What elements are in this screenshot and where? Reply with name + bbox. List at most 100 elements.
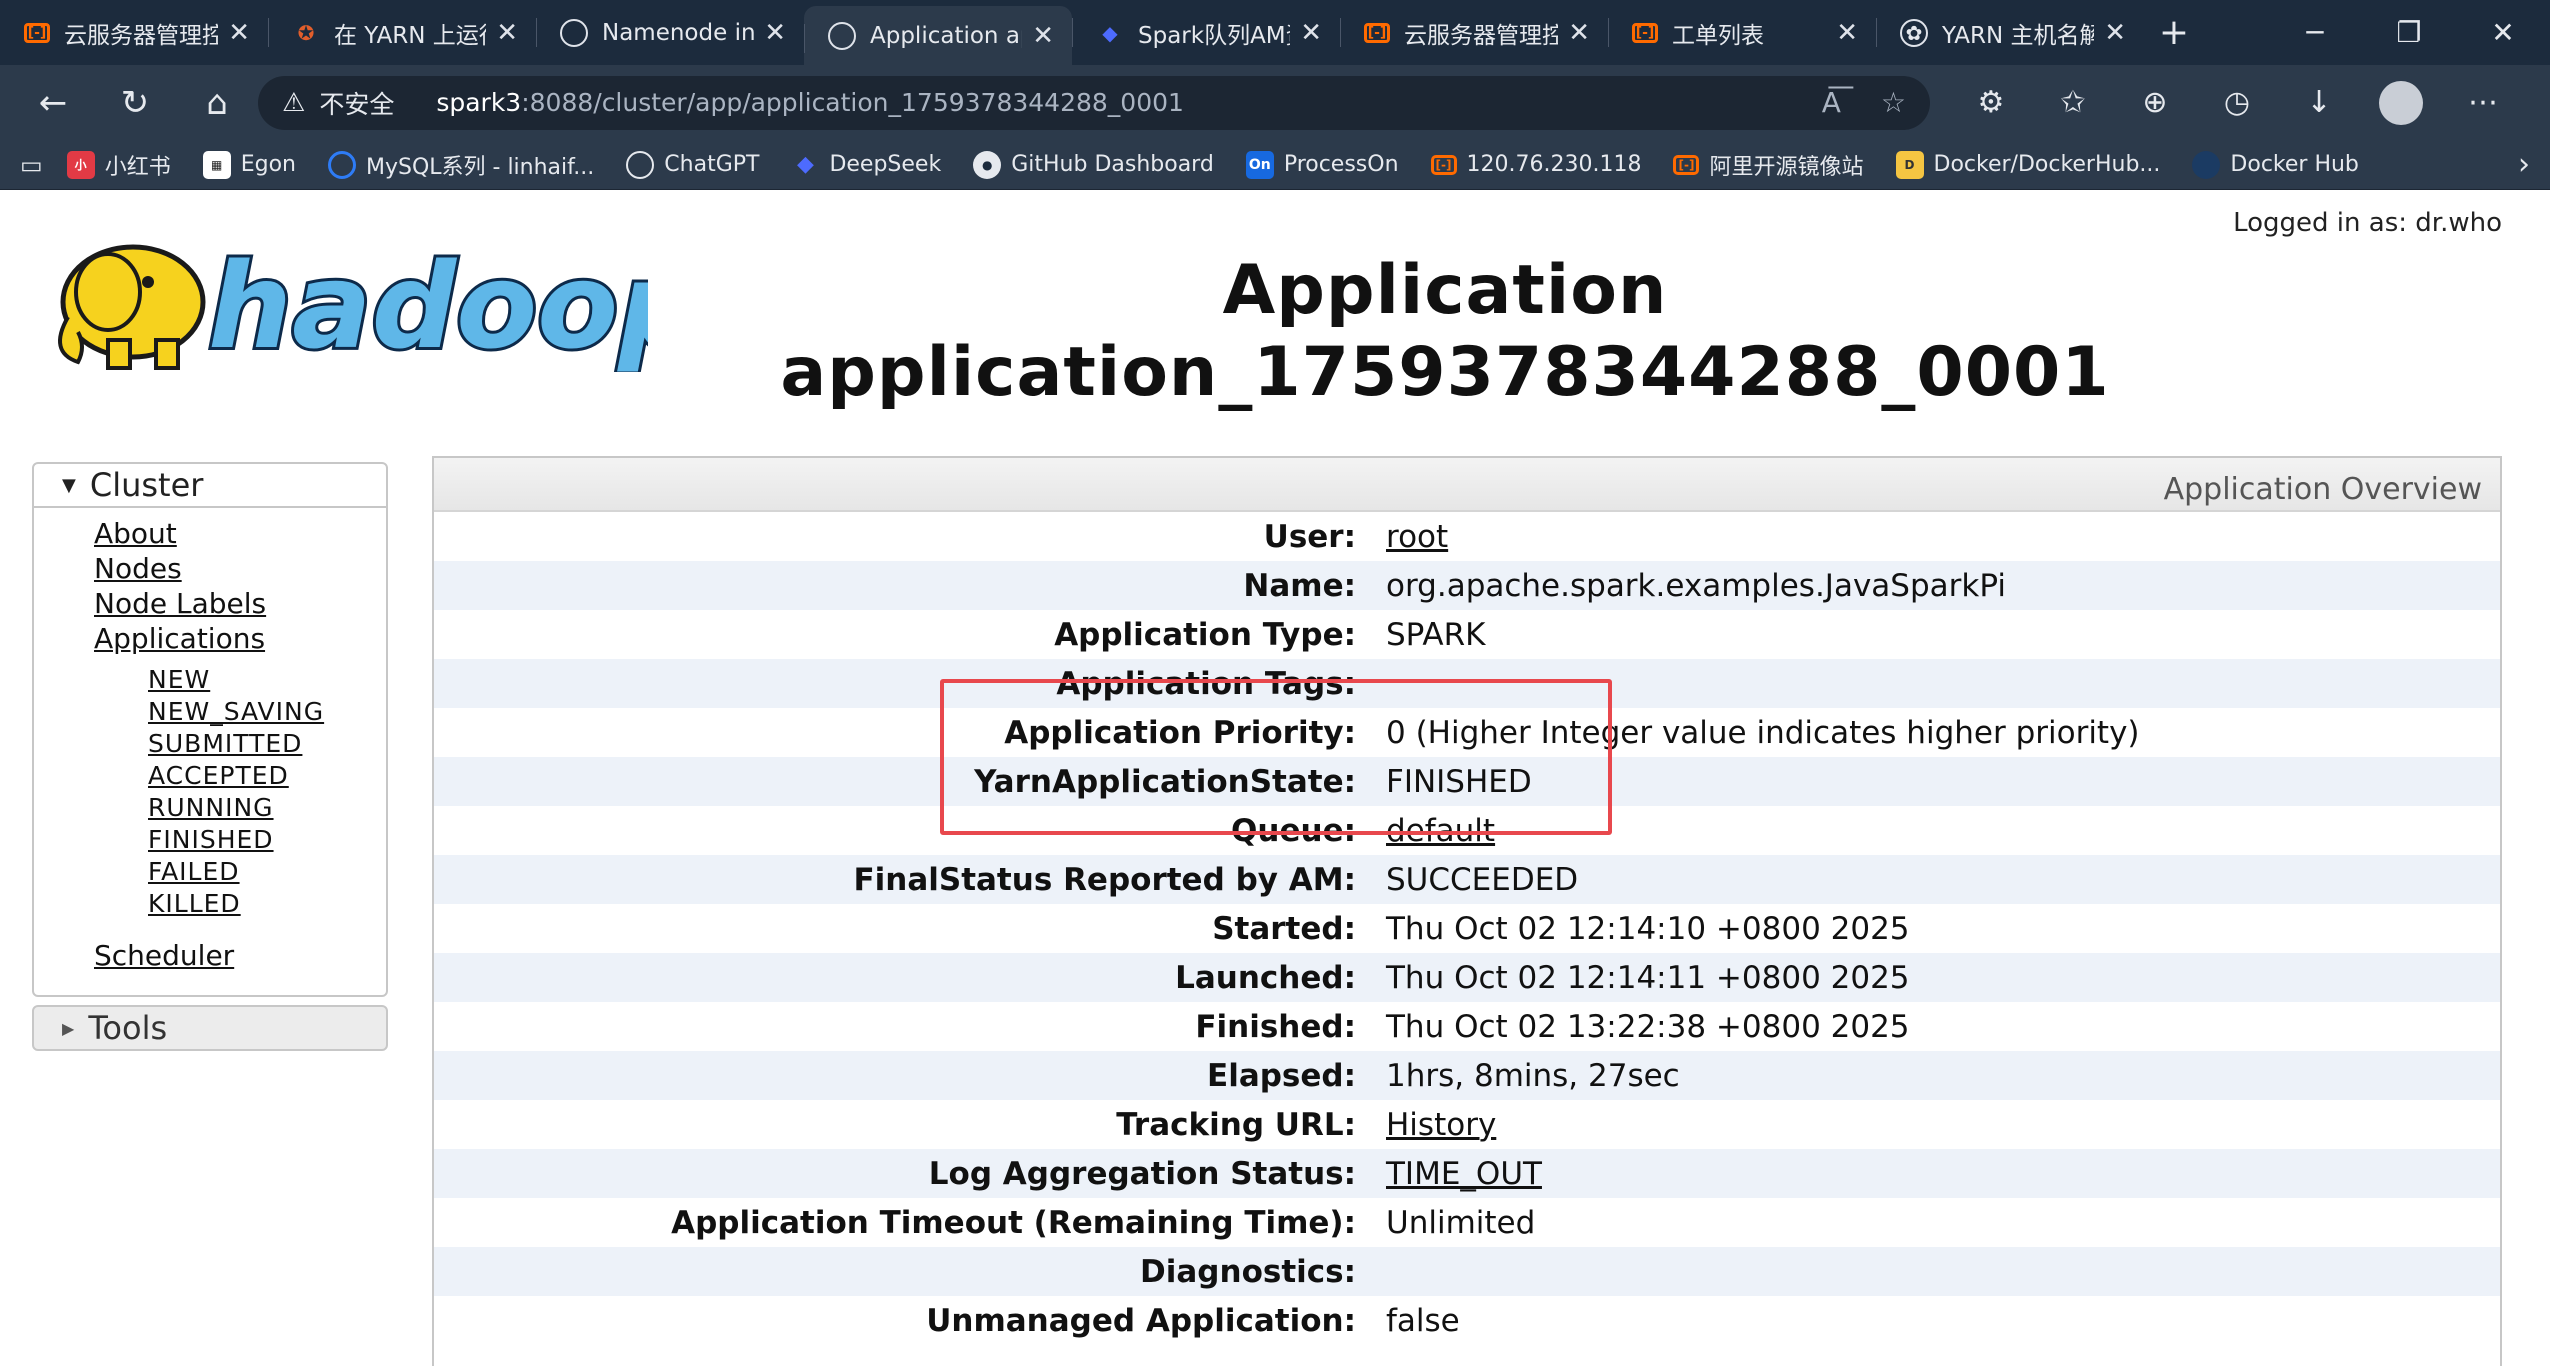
history-icon[interactable]: ◷ <box>2196 85 2278 120</box>
downloads-icon[interactable]: ↓ <box>2278 85 2360 120</box>
favorites-icon[interactable]: ✩ <box>2032 85 2114 120</box>
star-icon: ✪ <box>297 20 315 45</box>
overview-row: Launched: Thu Oct 02 12:14:11 +0800 2025 <box>434 953 2500 1002</box>
tab-yarn-hostname[interactable]: ✿ YARN 主机名解 ✕ <box>1876 0 2144 65</box>
read-aloud-icon[interactable]: A͞ <box>1822 86 1841 119</box>
overview-row: Diagnostics: <box>434 1247 2500 1296</box>
chevron-right-icon[interactable]: › <box>2518 147 2530 182</box>
aliyun-icon: [-] <box>1673 154 1700 175</box>
app-state-accepted[interactable]: ACCEPTED <box>148 760 386 792</box>
bookmark-egon[interactable]: ▦ Egon <box>202 150 296 179</box>
tab-spark-queue[interactable]: ◆ Spark队列AM资 ✕ <box>1072 0 1340 65</box>
sidebar-link-applications[interactable]: Applications <box>94 621 386 656</box>
triangle-right-icon: ▶ <box>62 1018 75 1038</box>
bookmark-chatgpt[interactable]: ChatGPT <box>626 150 760 179</box>
bookmark-github[interactable]: ● GitHub Dashboard <box>973 150 1214 179</box>
tab-aliyun-console-2[interactable]: [-] 云服务器管理控 ✕ <box>1340 0 1608 65</box>
app-state-running[interactable]: RUNNING <box>148 792 386 824</box>
minimize-icon[interactable]: ─ <box>2268 0 2362 65</box>
tab-ticket-list[interactable]: [-] 工单列表 ✕ <box>1608 0 1876 65</box>
overview-key: Elapsed: <box>1207 1057 1356 1094</box>
deepseek-icon: ◆ <box>1102 20 1118 45</box>
overview-value-link[interactable]: TIME_OUT <box>1386 1156 1542 1192</box>
tab-title: 工单列表 <box>1672 22 1764 49</box>
page-title-line2: application_1759378344288_0001 <box>780 333 2110 412</box>
overview-value-link[interactable]: default <box>1386 813 1495 849</box>
sidebar-link-scheduler[interactable]: Scheduler <box>94 938 386 973</box>
app-state-submitted[interactable]: SUBMITTED <box>148 728 386 760</box>
url-field[interactable]: ⚠ 不安全 spark3 :8088/cluster/app/applicati… <box>258 75 1930 130</box>
dockerhub-icon <box>2192 150 2221 179</box>
close-icon[interactable]: ✕ <box>228 18 250 48</box>
tab-title: Spark队列AM资 <box>1138 22 1290 49</box>
globe-icon <box>828 21 856 50</box>
restore-icon[interactable]: ❐ <box>2362 0 2456 65</box>
close-icon[interactable]: ✕ <box>496 18 518 48</box>
tools-section[interactable]: ▶ Tools <box>32 1005 388 1051</box>
xiaohongshu-icon: 小 <box>66 150 95 179</box>
overview-row: YarnApplicationState: FINISHED <box>434 757 2500 806</box>
bookmark-dockerhub[interactable]: Docker Hub <box>2192 150 2359 179</box>
bookmark-folder-icon[interactable]: ▭ <box>20 151 43 179</box>
bookmark-docker[interactable]: D Docker/DockerHub... <box>1895 150 2160 179</box>
tab-title: YARN 主机名解 <box>1942 22 2095 49</box>
tab-application[interactable]: Application app ✕ <box>804 6 1072 65</box>
overview-value: 1hrs, 8mins, 27sec <box>1386 1057 1680 1094</box>
back-icon[interactable]: ← <box>12 73 94 133</box>
bookmark-label: 小红书 <box>104 154 171 180</box>
sidebar-link-nodes[interactable]: Nodes <box>94 551 386 586</box>
bookmark-mysql[interactable]: MySQL系列 - linhaif... <box>327 149 594 181</box>
close-icon[interactable]: ✕ <box>1568 18 1590 48</box>
avatar[interactable] <box>2379 80 2423 125</box>
tab-namenode-info[interactable]: Namenode info ✕ <box>536 0 804 65</box>
close-icon[interactable]: ✕ <box>1032 21 1054 51</box>
overview-row: FinalStatus Reported by AM: SUCCEEDED <box>434 855 2500 904</box>
processon-icon: On <box>1245 150 1274 179</box>
close-icon[interactable]: ✕ <box>1836 18 1858 48</box>
overview-value-link[interactable]: root <box>1386 519 1448 555</box>
elephant-icon <box>58 244 206 370</box>
app-state-new[interactable]: NEW <box>148 664 386 696</box>
close-window-icon[interactable]: ✕ <box>2456 0 2550 65</box>
app-state-killed[interactable]: KILLED <box>148 888 386 920</box>
favorite-star-icon[interactable]: ☆ <box>1881 86 1906 119</box>
sidebar-link-node-labels[interactable]: Node Labels <box>94 586 386 621</box>
overview-key: Application Priority: <box>1004 714 1356 751</box>
overview-row: Log Aggregation Status: TIME_OUT <box>434 1149 2500 1198</box>
app-state-finished[interactable]: FINISHED <box>148 824 386 856</box>
url-host: spark3 <box>436 88 522 117</box>
overview-value-link[interactable]: History <box>1386 1107 1496 1143</box>
overview-row: Tracking URL: History <box>434 1100 2500 1149</box>
url-path: :8088/cluster/app/application_1759378344… <box>521 88 1184 117</box>
overview-row: Elapsed: 1hrs, 8mins, 27sec <box>434 1051 2500 1100</box>
home-icon[interactable]: ⌂ <box>176 73 258 133</box>
page-title-line1: Application <box>1222 251 1668 330</box>
overview-key: Finished: <box>1195 1008 1356 1045</box>
new-tab-button[interactable]: + <box>2144 0 2204 65</box>
bookmark-processon[interactable]: On ProcessOn <box>1245 150 1399 179</box>
aliyun-icon: [-] <box>1364 22 1390 43</box>
collections-icon[interactable]: ⊕ <box>2114 85 2196 120</box>
overview-key: Application Type: <box>1054 616 1356 653</box>
close-icon[interactable]: ✕ <box>764 18 786 48</box>
bookmark-aliyun-mirror[interactable]: [-] 阿里开源镜像站 <box>1673 149 1864 181</box>
more-menu-icon[interactable]: ⋯ <box>2442 85 2524 120</box>
tab-aliyun-console-1[interactable]: [-] 云服务器管理控 ✕ <box>0 0 268 65</box>
cluster-header[interactable]: ▼ Cluster <box>34 464 386 508</box>
bookmark-label: ChatGPT <box>664 152 760 177</box>
overview-key: Queue: <box>1231 812 1356 849</box>
extensions-icon[interactable]: ⚙ <box>1950 85 2032 120</box>
overview-header: Application Overview <box>434 458 2500 512</box>
bookmark-deepseek[interactable]: ◆ DeepSeek <box>791 151 941 179</box>
close-icon[interactable]: ✕ <box>1300 18 1322 48</box>
refresh-icon[interactable]: ↻ <box>94 73 176 133</box>
overview-row: Started: Thu Oct 02 12:14:10 +0800 2025 <box>434 904 2500 953</box>
app-state-new-saving[interactable]: NEW_SAVING <box>148 696 386 728</box>
sidebar-link-about[interactable]: About <box>94 516 386 551</box>
close-icon[interactable]: ✕ <box>2104 18 2126 48</box>
app-state-failed[interactable]: FAILED <box>148 856 386 888</box>
tab-title: Application app <box>870 22 1022 49</box>
tab-yarn-running[interactable]: ✪ 在 YARN 上运行 ✕ <box>268 0 536 65</box>
bookmark-ip[interactable]: [-] 120.76.230.118 <box>1430 152 1641 177</box>
bookmark-xiaohongshu[interactable]: 小小红书 <box>66 149 171 181</box>
